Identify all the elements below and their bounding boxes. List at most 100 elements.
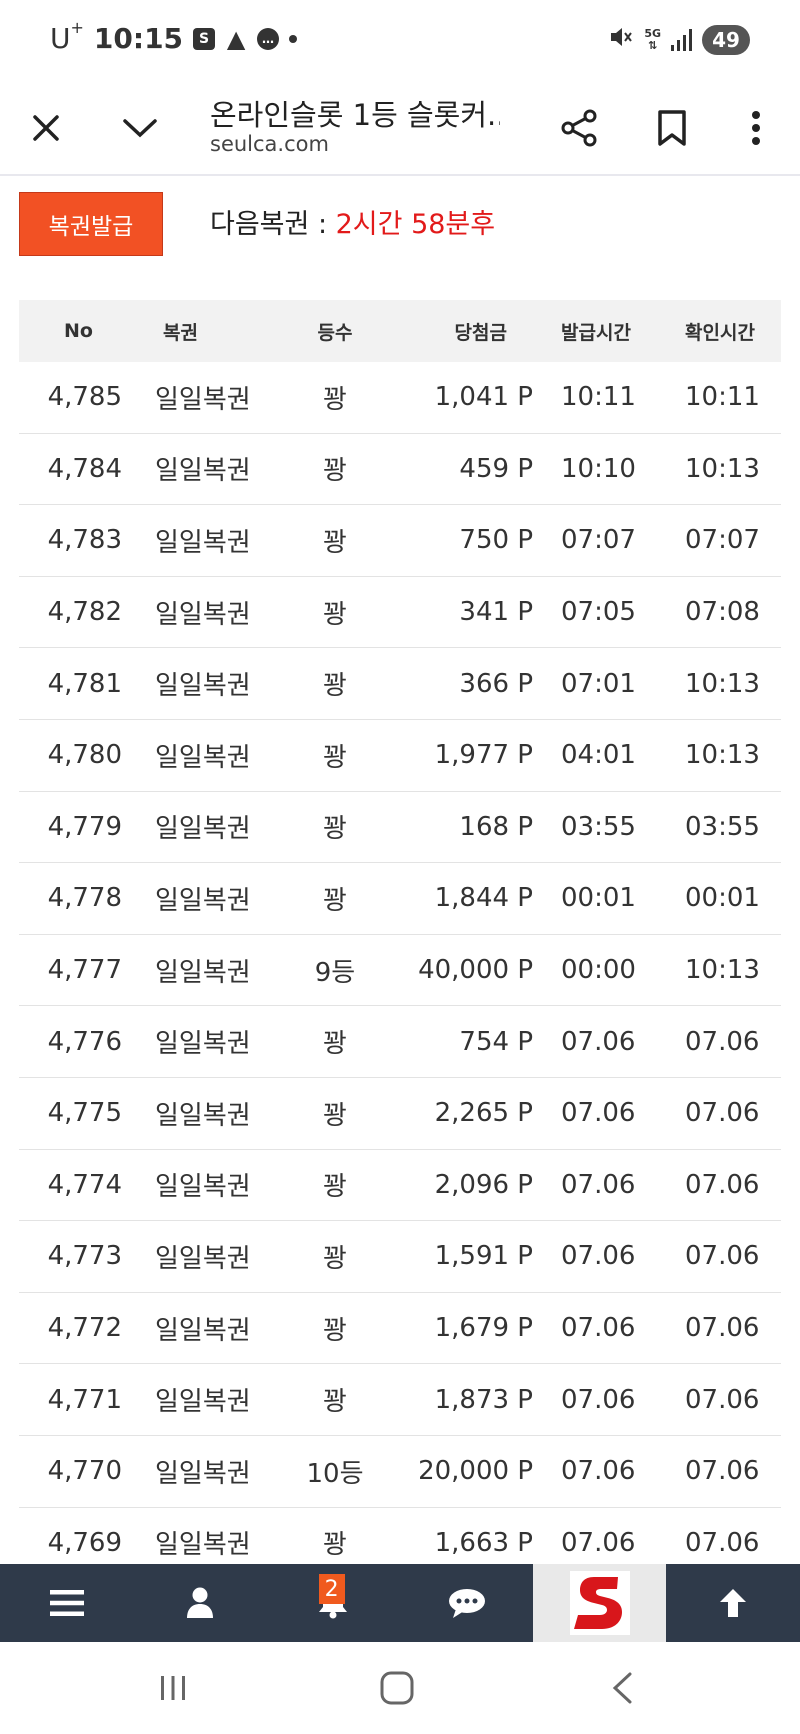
row-issued-time: 07.06 <box>561 1098 636 1129</box>
row-checked-time: 10:11 <box>685 382 760 413</box>
row-no: 4,785 <box>47 382 122 413</box>
header-issued-time[interactable]: 발급시간 <box>537 318 661 345</box>
row-no: 4,770 <box>47 1456 122 1487</box>
table-row[interactable]: 4,778 일일복권 꽝 1,844 P 00:01 00:01 <box>19 863 781 935</box>
row-checked-time: 10:13 <box>685 740 760 771</box>
table-row[interactable]: 4,771 일일복권 꽝 1,873 P 07.06 07.06 <box>19 1364 781 1436</box>
user-icon[interactable] <box>133 1564 266 1642</box>
table-row[interactable]: 4,770 일일복권 10등 20,000 P 07.06 07.06 <box>19 1436 781 1508</box>
row-prize: 40,000 P <box>418 955 533 986</box>
arrow-up-icon[interactable] <box>666 1564 799 1642</box>
row-rank: 꽝 <box>323 1100 347 1131</box>
table-row[interactable]: 4,772 일일복권 꽝 1,679 P 07.06 07.06 <box>19 1293 781 1365</box>
table-row[interactable]: 4,782 일일복권 꽝 341 P 07:05 07:08 <box>19 577 781 649</box>
menu-icon[interactable] <box>0 1564 133 1642</box>
table-row[interactable]: 4,773 일일복권 꽝 1,591 P 07.06 07.06 <box>19 1221 781 1293</box>
site-logo[interactable] <box>533 1564 667 1642</box>
recent-apps-icon[interactable] <box>143 1658 203 1718</box>
row-lottery-type: 일일복권 <box>155 957 251 988</box>
row-issued-time: 00:00 <box>561 955 636 986</box>
table-row[interactable]: 4,785 일일복권 꽝 1,041 P 10:11 10:11 <box>19 362 781 434</box>
message-icon: … <box>257 27 280 50</box>
row-rank: 꽝 <box>323 384 347 415</box>
header-prize[interactable]: 당첨금 <box>383 318 537 345</box>
header-no[interactable]: No <box>19 320 138 342</box>
row-issued-time: 07:05 <box>561 597 636 628</box>
row-checked-time: 07.06 <box>685 1098 760 1129</box>
row-issued-time: 10:10 <box>561 453 636 484</box>
row-rank: 꽝 <box>323 671 347 702</box>
bookmark-icon[interactable] <box>644 100 700 156</box>
row-rank: 꽝 <box>323 1243 347 1274</box>
back-icon[interactable] <box>592 1658 652 1718</box>
page-url: seulca.com <box>210 132 329 156</box>
more-vertical-icon[interactable] <box>728 100 784 156</box>
row-prize: 20,000 P <box>418 1456 533 1487</box>
row-no: 4,782 <box>47 597 122 628</box>
row-prize: 366 P <box>459 668 533 699</box>
chevron-down-icon[interactable] <box>112 100 168 156</box>
home-icon[interactable] <box>367 1658 427 1718</box>
table-row[interactable]: 4,774 일일복권 꽝 2,096 P 07.06 07.06 <box>19 1150 781 1222</box>
row-prize: 754 P <box>459 1026 533 1057</box>
row-issued-time: 07.06 <box>561 1313 636 1344</box>
row-checked-time: 07.06 <box>685 1384 760 1415</box>
row-lottery-type: 일일복권 <box>155 1100 251 1131</box>
row-checked-time: 07.06 <box>685 1169 760 1200</box>
row-checked-time: 07.06 <box>685 1241 760 1272</box>
row-issued-time: 07.06 <box>561 1026 636 1057</box>
bell-icon[interactable]: 2 <box>267 1564 400 1642</box>
table-row[interactable]: 4,784 일일복권 꽝 459 P 10:10 10:13 <box>19 434 781 506</box>
row-lottery-type: 일일복권 <box>155 814 251 845</box>
row-issued-time: 07:01 <box>561 668 636 699</box>
table-row[interactable]: 4,777 일일복권 9등 40,000 P 00:00 10:13 <box>19 935 781 1007</box>
chat-icon[interactable] <box>400 1564 533 1642</box>
row-rank: 꽝 <box>323 814 347 845</box>
header-lottery[interactable]: 복권 <box>138 318 287 345</box>
share-icon[interactable] <box>552 100 608 156</box>
row-rank: 꽝 <box>323 1172 347 1203</box>
row-checked-time: 07.06 <box>685 1313 760 1344</box>
row-issued-time: 07.06 <box>561 1527 636 1558</box>
issue-lottery-button[interactable]: 복권발급 <box>19 192 163 256</box>
table-row[interactable]: 4,781 일일복권 꽝 366 P 07:01 10:13 <box>19 648 781 720</box>
row-no: 4,776 <box>47 1026 122 1057</box>
row-prize: 341 P <box>459 597 533 628</box>
clock: 10:15 <box>93 22 184 55</box>
app-s-notification-icon: S <box>193 27 216 50</box>
row-rank: 꽝 <box>323 527 347 558</box>
row-issued-time: 07.06 <box>561 1169 636 1200</box>
table-row[interactable]: 4,779 일일복권 꽝 168 P 03:55 03:55 <box>19 792 781 864</box>
header-checked-time[interactable]: 확인시간 <box>661 318 781 345</box>
row-issued-time: 07:07 <box>561 525 636 556</box>
next-lottery-label: 다음복권 : <box>210 209 336 240</box>
row-issued-time: 07.06 <box>561 1456 636 1487</box>
row-rank: 10등 <box>306 1458 364 1489</box>
signal-icon <box>671 29 692 51</box>
row-no: 4,771 <box>47 1384 122 1415</box>
row-checked-time: 07.06 <box>685 1527 760 1558</box>
row-no: 4,777 <box>47 955 122 986</box>
header-rank[interactable]: 등수 <box>287 318 383 345</box>
row-rank: 꽝 <box>323 1315 347 1346</box>
row-issued-time: 03:55 <box>561 811 636 842</box>
row-no: 4,780 <box>47 740 122 771</box>
row-rank: 꽝 <box>323 1387 347 1418</box>
row-rank: 9등 <box>314 957 356 988</box>
table-row[interactable]: 4,780 일일복권 꽝 1,977 P 04:01 10:13 <box>19 720 781 792</box>
android-navigation-bar <box>0 1642 800 1734</box>
row-prize: 1,977 P <box>434 740 533 771</box>
row-issued-time: 07.06 <box>561 1384 636 1415</box>
notification-count-badge: 2 <box>318 1574 345 1604</box>
table-row[interactable]: 4,775 일일복권 꽝 2,265 P 07.06 07.06 <box>19 1078 781 1150</box>
table-row[interactable]: 4,783 일일복권 꽝 750 P 07:07 07:07 <box>19 505 781 577</box>
row-checked-time: 10:13 <box>685 453 760 484</box>
row-lottery-type: 일일복권 <box>155 1530 251 1561</box>
close-icon[interactable] <box>18 100 74 156</box>
row-lottery-type: 일일복권 <box>155 384 251 415</box>
row-lottery-type: 일일복권 <box>155 1315 251 1346</box>
table-row[interactable]: 4,776 일일복권 꽝 754 P 07.06 07.06 <box>19 1006 781 1078</box>
row-prize: 1,041 P <box>434 382 533 413</box>
row-lottery-type: 일일복권 <box>155 671 251 702</box>
row-checked-time: 07:07 <box>685 525 760 556</box>
